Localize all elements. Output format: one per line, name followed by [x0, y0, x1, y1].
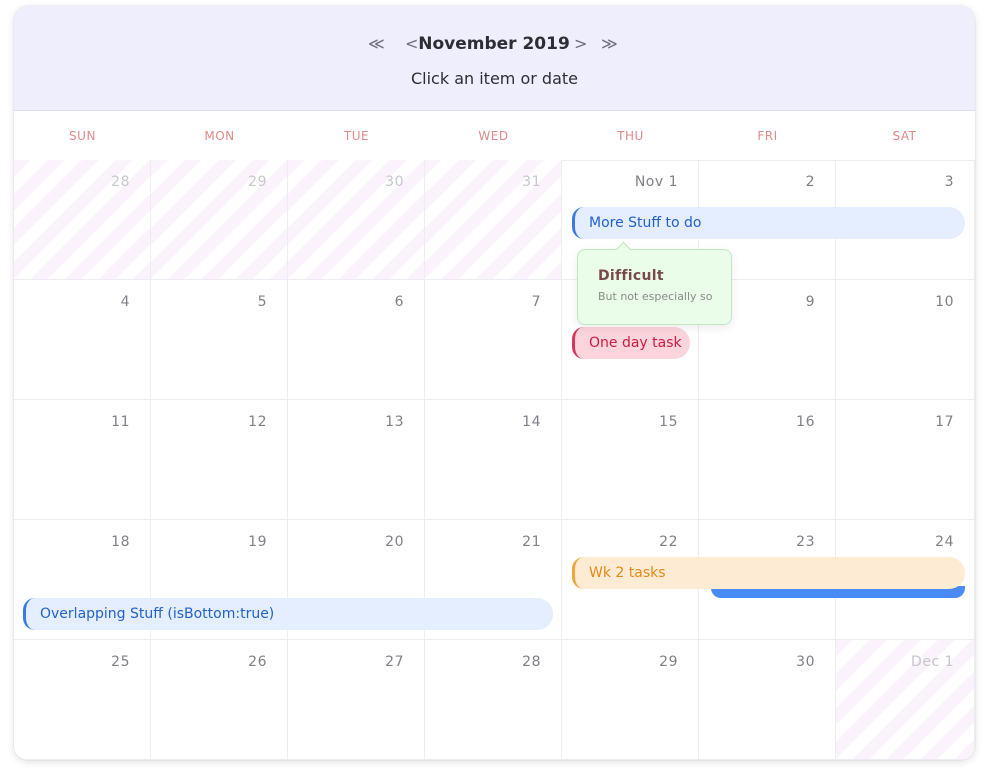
- day-number: 9: [805, 294, 815, 310]
- day-cell[interactable]: 10: [836, 280, 975, 400]
- day-number: 21: [522, 534, 541, 550]
- day-number: 17: [935, 414, 954, 430]
- header-subtitle: Click an item or date: [410, 69, 578, 88]
- day-number: 2: [805, 174, 815, 190]
- day-cell[interactable]: 30: [288, 160, 425, 280]
- weekday-label: WED: [478, 129, 509, 143]
- day-number: 14: [522, 414, 541, 430]
- day-cell[interactable]: 4: [14, 280, 151, 400]
- event-tooltip: Difficult But not especially so: [577, 241, 732, 325]
- month-grid: 28293031Nov 1234567891011121314151617181…: [14, 160, 975, 760]
- day-number: 31: [522, 174, 541, 190]
- event-overlapping-stuff[interactable]: Overlapping Stuff (isBottom:true): [23, 598, 553, 630]
- calendar-header: ≪ < November 2019 > ≫ Click an item or d…: [14, 6, 975, 111]
- day-number: 12: [248, 414, 267, 430]
- day-number: 30: [796, 654, 815, 670]
- day-number: 28: [522, 654, 541, 670]
- day-number: 23: [796, 534, 815, 550]
- day-number: 20: [385, 534, 404, 550]
- day-cell[interactable]: 15: [562, 400, 699, 520]
- day-number: 22: [659, 534, 678, 550]
- day-cell[interactable]: Dec 1: [836, 640, 975, 760]
- day-cell[interactable]: 12: [151, 400, 288, 520]
- day-cell[interactable]: 6: [288, 280, 425, 400]
- day-number: 24: [935, 534, 954, 550]
- weekday-label: SUN: [69, 129, 96, 143]
- month-title: November 2019: [418, 34, 570, 54]
- day-cell[interactable]: 11: [14, 400, 151, 520]
- day-cell[interactable]: 29: [562, 640, 699, 760]
- previous-year-button[interactable]: ≪: [368, 32, 385, 56]
- day-cell[interactable]: 5: [151, 280, 288, 400]
- day-cell[interactable]: 31: [425, 160, 562, 280]
- weekday-label: MON: [204, 129, 235, 143]
- month-navigation: ≪ < November 2019 > ≫: [14, 32, 975, 56]
- day-number: Nov 1: [634, 174, 678, 190]
- next-year-button[interactable]: ≫: [601, 32, 618, 56]
- day-number: 18: [111, 534, 130, 550]
- day-number: 19: [248, 534, 267, 550]
- day-number: 26: [248, 654, 267, 670]
- day-number: 11: [111, 414, 130, 430]
- day-number: 25: [111, 654, 130, 670]
- day-cell[interactable]: 16: [699, 400, 836, 520]
- day-cell[interactable]: 28: [14, 160, 151, 280]
- day-cell[interactable]: 17: [836, 400, 975, 520]
- day-number: 10: [935, 294, 954, 310]
- day-cell[interactable]: 26: [151, 640, 288, 760]
- day-cell[interactable]: 14: [425, 400, 562, 520]
- event-more-stuff[interactable]: More Stuff to do: [572, 207, 965, 239]
- day-cell[interactable]: 7: [425, 280, 562, 400]
- next-month-button[interactable]: >: [574, 32, 587, 56]
- day-number: 29: [248, 174, 267, 190]
- tooltip-subtitle: But not especially so: [598, 290, 713, 303]
- weekday-label: THU: [617, 129, 644, 143]
- day-number: 30: [385, 174, 404, 190]
- event-one-day-task[interactable]: One day task: [572, 327, 690, 359]
- weekday-label: FRI: [757, 129, 778, 143]
- tooltip-title: Difficult: [598, 268, 664, 284]
- day-number: 3: [944, 174, 954, 190]
- weekday-label: TUE: [343, 129, 370, 143]
- event-wk2-tasks[interactable]: Wk 2 tasks: [572, 557, 965, 589]
- day-number: 28: [111, 174, 130, 190]
- weekday-label: SAT: [892, 129, 917, 143]
- day-number: Dec 1: [911, 654, 954, 670]
- day-cell[interactable]: 29: [151, 160, 288, 280]
- day-number: 7: [531, 294, 541, 310]
- day-number: 4: [120, 294, 130, 310]
- calendar: ≪ < November 2019 > ≫ Click an item or d…: [14, 6, 975, 760]
- day-number: 15: [659, 414, 678, 430]
- weekday-header-row: SUN MON TUE WED THU FRI SAT: [14, 111, 975, 161]
- day-cell[interactable]: 28: [425, 640, 562, 760]
- day-cell[interactable]: 13: [288, 400, 425, 520]
- day-number: 6: [394, 294, 404, 310]
- day-number: 16: [796, 414, 815, 430]
- day-number: 13: [385, 414, 404, 430]
- day-cell[interactable]: 25: [14, 640, 151, 760]
- day-cell[interactable]: 30: [699, 640, 836, 760]
- day-number: 5: [257, 294, 267, 310]
- day-number: 29: [659, 654, 678, 670]
- day-cell[interactable]: 27: [288, 640, 425, 760]
- day-number: 27: [385, 654, 404, 670]
